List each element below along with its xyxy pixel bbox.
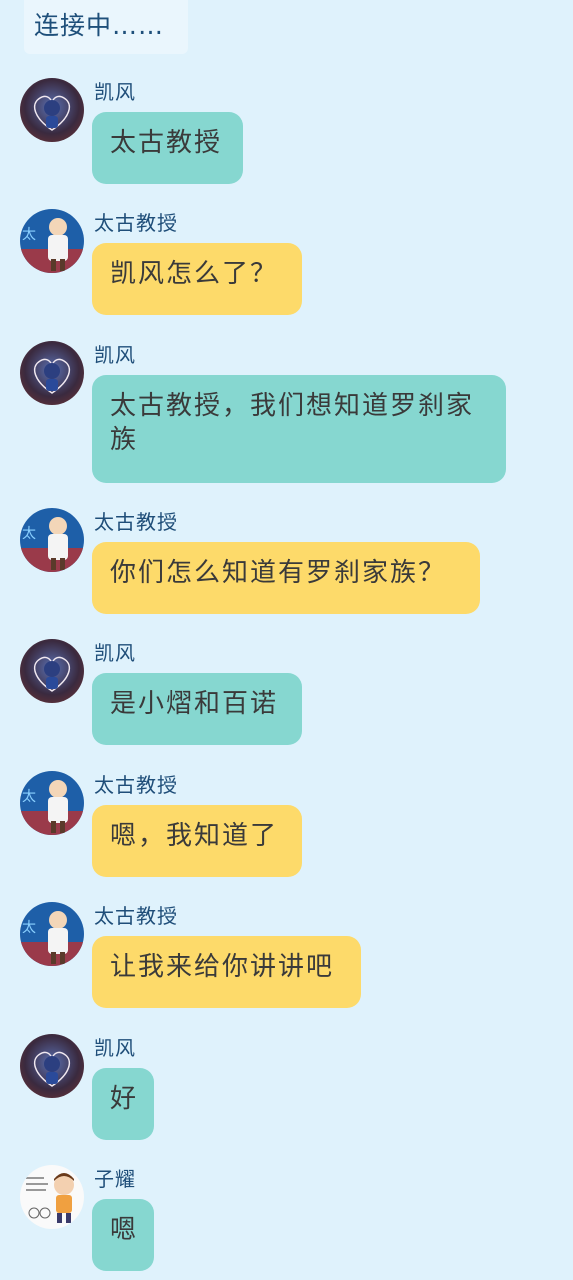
ziyao-avatar[interactable]	[20, 1165, 84, 1229]
sender-name: 凯风	[94, 1036, 136, 1060]
sender-name: 太古教授	[94, 904, 178, 928]
message-bubble[interactable]: 好	[92, 1068, 154, 1140]
message-bubble[interactable]: 嗯，我知道了	[92, 805, 302, 877]
chat-message-list[interactable]: 凯风 太古教授 太 太古教授 凯风怎么了？ 凯风 太古教授，我们想知道罗刹家族 …	[0, 0, 573, 1280]
svg-text:太: 太	[22, 227, 36, 243]
sender-name: 子耀	[94, 1167, 136, 1191]
kaifeng-avatar[interactable]	[20, 1034, 84, 1098]
kaifeng-avatar[interactable]	[20, 78, 84, 142]
taigu-avatar[interactable]: 太	[20, 902, 84, 966]
sender-name: 凯风	[94, 641, 136, 665]
svg-text:太: 太	[22, 920, 36, 936]
sender-name: 太古教授	[94, 510, 178, 534]
kaifeng-avatar[interactable]	[20, 341, 84, 405]
taigu-avatar[interactable]: 太	[20, 209, 84, 273]
message-bubble[interactable]: 让我来给你讲讲吧	[92, 936, 361, 1008]
message-bubble[interactable]: 嗯	[92, 1199, 154, 1271]
sender-name: 太古教授	[94, 773, 178, 797]
taigu-avatar[interactable]: 太	[20, 508, 84, 572]
svg-text:太: 太	[22, 789, 36, 805]
message-bubble[interactable]: 太古教授	[92, 112, 243, 184]
message-bubble[interactable]: 太古教授，我们想知道罗刹家族	[92, 375, 506, 483]
kaifeng-avatar[interactable]	[20, 639, 84, 703]
message-bubble[interactable]: 凯风怎么了？	[92, 243, 302, 315]
message-bubble[interactable]: 是小熠和百诺	[92, 673, 302, 745]
message-bubble[interactable]: 你们怎么知道有罗刹家族？	[92, 542, 480, 614]
sender-name: 凯风	[94, 343, 136, 367]
taigu-avatar[interactable]: 太	[20, 771, 84, 835]
sender-name: 太古教授	[94, 211, 178, 235]
sender-name: 凯风	[94, 80, 136, 104]
svg-text:太: 太	[22, 526, 36, 542]
